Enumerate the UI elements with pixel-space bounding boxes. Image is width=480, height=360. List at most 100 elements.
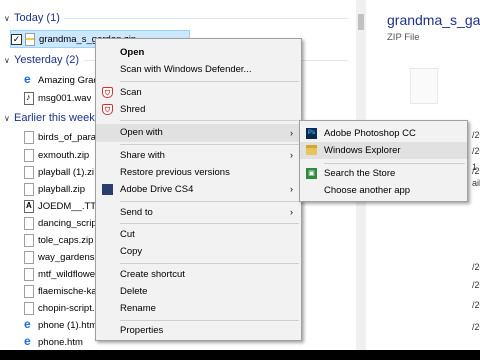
menu-item-send-to[interactable]: Send to ›	[96, 204, 301, 221]
menu-item-scan-with-defender[interactable]: Scan with Windows Defender...	[96, 61, 301, 78]
menu-item-delete[interactable]: Delete	[96, 283, 301, 300]
shield-icon: ⛉	[102, 104, 113, 115]
explorer-window: ∨ Today (1) ✓ grandma_s_garden.zip ∨ Yeste…	[0, 0, 480, 350]
file-name: playball.zip	[38, 183, 85, 195]
detail-fragment: aila	[472, 178, 480, 188]
file-icon	[24, 182, 34, 196]
submenu-item-search-store[interactable]: ▣ Search the Store	[300, 165, 467, 182]
menu-item-label: Share with	[120, 150, 165, 161]
menu-item-label: Create shortcut	[120, 269, 185, 280]
menu-item-properties[interactable]: Properties	[96, 322, 301, 339]
detail-fragment: /20	[472, 322, 480, 332]
menu-item-label: Send to	[120, 207, 153, 218]
submenu-item-label: Choose another app	[324, 185, 411, 196]
zip-icon	[25, 32, 35, 46]
chevron-right-icon: ›	[290, 207, 293, 217]
menu-item-label: Properties	[120, 325, 164, 336]
menu-separator	[120, 320, 299, 321]
photoshop-icon: Ps	[306, 128, 317, 139]
group-label: Earlier this week	[14, 112, 95, 124]
submenu-item-label: Windows Explorer	[324, 145, 401, 156]
chevron-down-icon: ∨	[4, 114, 10, 123]
file-name: Amazing Grac	[38, 74, 99, 86]
menu-separator	[120, 120, 299, 121]
menu-item-label: Copy	[120, 246, 143, 257]
menu-item-label: Adobe Drive CS4	[120, 184, 194, 195]
menu-item-adobe-drive[interactable]: Adobe Drive CS4 ›	[96, 181, 301, 198]
ie-icon	[24, 317, 34, 332]
submenu-item-photoshop[interactable]: Ps Adobe Photoshop CC	[300, 125, 467, 142]
context-menu: Open Scan with Windows Defender... ⛉ Sca…	[95, 38, 302, 341]
menu-item-label: Open	[120, 47, 145, 58]
file-name: phone.htm	[38, 336, 83, 348]
menu-item-share-with[interactable]: Share with ›	[96, 147, 301, 164]
font-icon	[24, 199, 34, 213]
group-header-today[interactable]: ∨ Today (1)	[4, 10, 60, 26]
file-icon	[24, 216, 34, 230]
menu-separator	[120, 223, 299, 224]
file-icon	[24, 130, 34, 144]
file-name: flaemische-ka	[38, 285, 97, 297]
detail-fragment: /20	[472, 146, 480, 156]
file-icon	[24, 267, 34, 281]
detail-fragment: /20	[472, 130, 480, 140]
audio-icon	[24, 91, 34, 105]
chevron-right-icon: ›	[290, 128, 293, 138]
file-name: JOEDM__.TTF	[38, 200, 102, 212]
menu-item-label: Scan	[120, 87, 142, 98]
ie-icon	[24, 334, 34, 349]
menu-item-label: Shred	[120, 104, 146, 115]
file-name: playball (1).zi	[38, 166, 94, 178]
submenu-item-windows-explorer[interactable]: Windows Explorer	[300, 142, 467, 159]
menu-item-shred[interactable]: ⛉ Shred	[96, 101, 301, 118]
detail-fragment: /20	[472, 280, 480, 290]
submenu-item-label: Adobe Photoshop CC	[324, 128, 416, 139]
preview-thumbnail	[410, 68, 438, 104]
chevron-down-icon: ∨	[4, 56, 10, 65]
menu-item-scan[interactable]: ⛉ Scan	[96, 84, 301, 101]
preview-title: grandma_s_garde	[387, 12, 480, 28]
menu-item-label: Open with	[120, 127, 163, 138]
scroll-thumb[interactable]	[358, 14, 364, 30]
file-name: phone (1).htm	[38, 319, 98, 331]
file-name: way_gardens.	[38, 251, 98, 263]
file-name: birds_of_para	[38, 131, 97, 143]
menu-item-create-shortcut[interactable]: Create shortcut	[96, 266, 301, 283]
menu-item-label: Scan with Windows Defender...	[120, 64, 252, 75]
menu-item-cut[interactable]: Cut	[96, 226, 301, 243]
file-name: mtf_wildflowe	[38, 268, 96, 280]
chevron-right-icon: ›	[290, 150, 293, 160]
submenu-item-label: Search the Store	[324, 168, 396, 179]
group-header-yesterday[interactable]: ∨ Yesterday (2)	[4, 52, 79, 68]
shield-icon: ⛉	[102, 87, 113, 98]
checkbox[interactable]: ✓	[11, 33, 22, 45]
file-icon	[24, 284, 34, 298]
group-divider	[64, 18, 348, 19]
menu-separator	[324, 163, 465, 164]
menu-separator	[120, 263, 299, 264]
file-icon	[24, 301, 34, 315]
menu-item-open[interactable]: Open	[96, 44, 301, 61]
menu-separator	[120, 144, 299, 145]
ie-icon	[24, 72, 34, 87]
menu-item-label: Delete	[120, 286, 148, 297]
file-icon	[24, 250, 34, 264]
chevron-down-icon: ∨	[4, 14, 10, 23]
detail-fragment: /20	[472, 300, 480, 310]
group-header-earlier-this-week[interactable]: ∨ Earlier this week	[4, 110, 95, 126]
submenu-item-choose-another-app[interactable]: Choose another app	[300, 182, 467, 199]
chevron-right-icon: ›	[290, 184, 293, 194]
file-icon	[24, 148, 34, 162]
group-label: Today (1)	[14, 12, 60, 24]
adobe-drive-icon	[102, 184, 113, 195]
menu-item-open-with[interactable]: Open with ›	[96, 124, 301, 142]
detail-fragment: /20	[472, 166, 480, 176]
menu-item-rename[interactable]: Rename	[96, 300, 301, 317]
menu-item-restore-previous-versions[interactable]: Restore previous versions	[96, 164, 301, 181]
menu-item-label: Rename	[120, 303, 156, 314]
menu-item-copy[interactable]: Copy	[96, 243, 301, 260]
file-name: tole_caps.zip	[38, 234, 94, 246]
menu-separator	[120, 201, 299, 202]
folder-icon	[306, 145, 317, 155]
file-name: msg001.wav	[38, 92, 92, 104]
